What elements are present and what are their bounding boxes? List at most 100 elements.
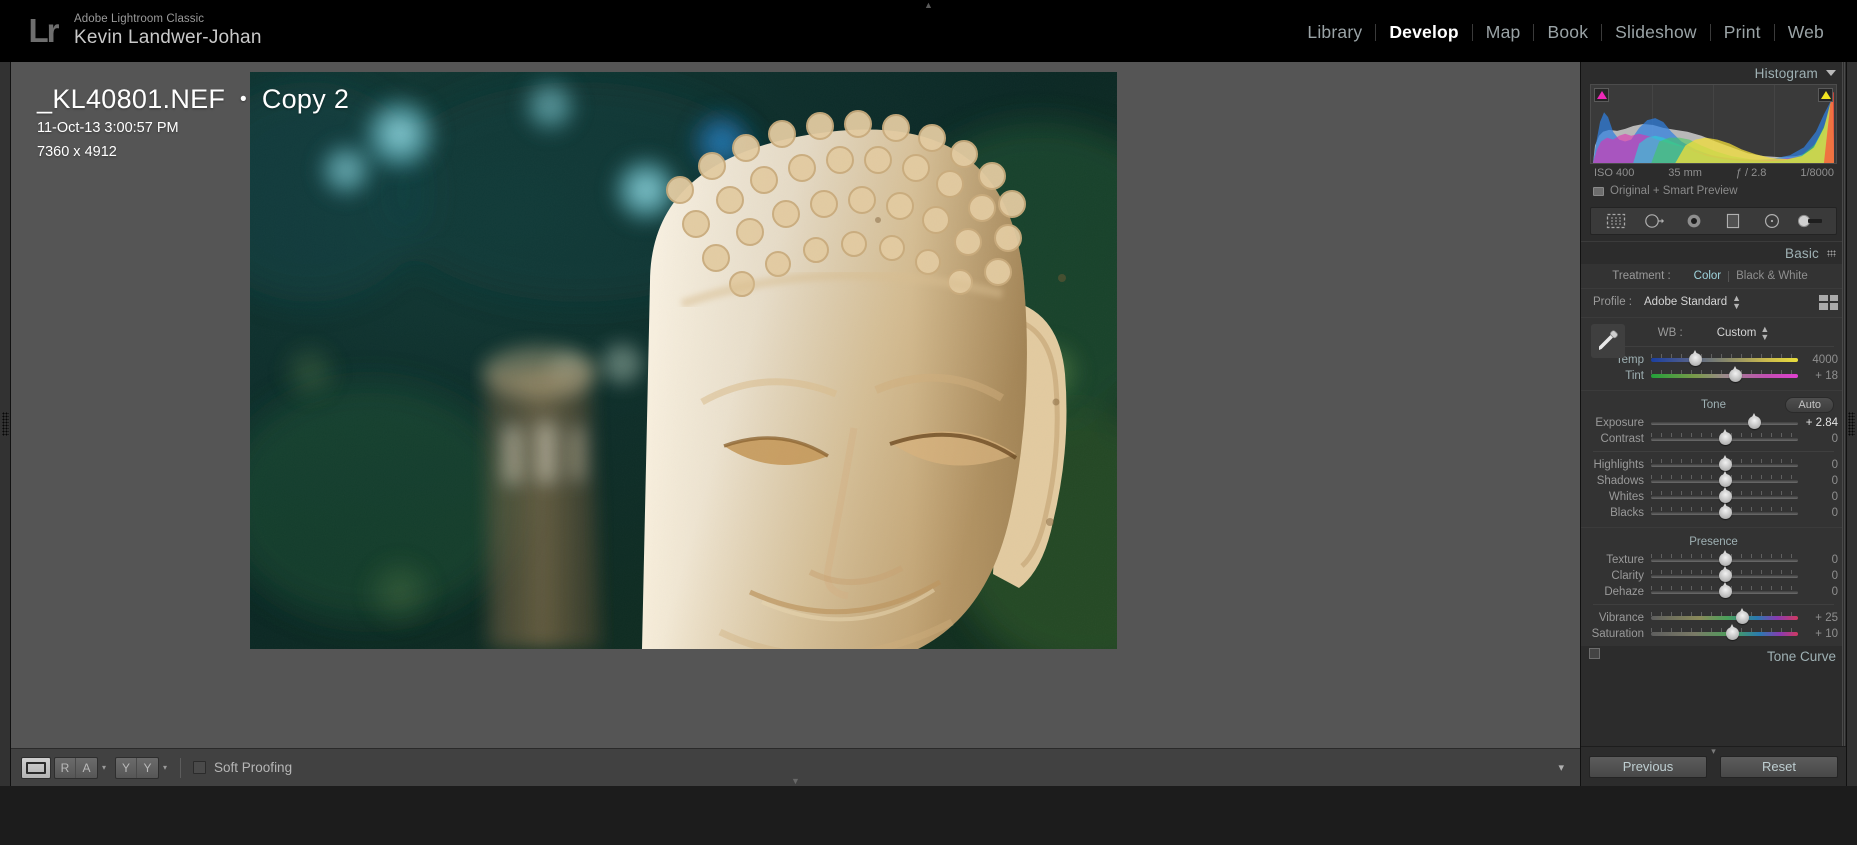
radial-filter-tool[interactable] (1759, 211, 1785, 231)
slider-contrast-track-wrap[interactable] (1651, 429, 1798, 446)
slider-temp-track-wrap[interactable] (1651, 350, 1798, 367)
filmstrip-collapse-arrow[interactable]: ▼ (779, 776, 813, 787)
module-library[interactable]: Library (1294, 22, 1375, 43)
module-develop[interactable]: Develop (1376, 22, 1471, 43)
slider-whites-value[interactable]: 0 (1798, 491, 1838, 503)
slider-highlights[interactable]: Highlights 0 (1581, 455, 1846, 473)
slider-blacks-knob[interactable] (1718, 503, 1732, 519)
slider-tint-value[interactable]: + 18 (1798, 370, 1838, 382)
crop-overlay-tool[interactable] (1603, 211, 1629, 231)
histogram-graph[interactable] (1590, 84, 1837, 164)
treatment-option-color[interactable]: Color (1687, 270, 1728, 282)
slider-clarity[interactable]: Clarity 0 (1581, 566, 1846, 584)
slider-texture-track-wrap[interactable] (1651, 550, 1798, 567)
treatment-option-black-and-white[interactable]: Black & White (1729, 270, 1815, 282)
module-print[interactable]: Print (1711, 22, 1774, 43)
slider-dehaze-knob[interactable] (1718, 582, 1732, 598)
module-slideshow[interactable]: Slideshow (1602, 22, 1710, 43)
slider-vibrance[interactable]: Vibrance + 25 (1581, 608, 1846, 626)
slider-vibrance-value[interactable]: + 25 (1798, 612, 1838, 624)
slider-whites[interactable]: Whites 0 (1581, 487, 1846, 505)
slider-tint[interactable]: Tint + 18 (1581, 366, 1846, 384)
slider-contrast[interactable]: Contrast 0 (1581, 429, 1846, 447)
slider-whites-knob[interactable] (1718, 487, 1732, 503)
module-map[interactable]: Map (1473, 22, 1534, 43)
spot-removal-tool[interactable] (1642, 211, 1668, 231)
slider-clarity-track-wrap[interactable] (1651, 566, 1798, 583)
histogram-header[interactable]: Histogram (1581, 62, 1846, 84)
slider-shadows[interactable]: Shadows 0 (1581, 471, 1846, 489)
slider-shadows-track-wrap[interactable] (1651, 471, 1798, 488)
slider-saturation-value[interactable]: + 10 (1798, 628, 1838, 640)
slider-dehaze[interactable]: Dehaze 0 (1581, 582, 1846, 600)
slider-exposure-track-wrap[interactable] (1651, 413, 1798, 430)
slider-saturation[interactable]: Saturation + 10 (1581, 624, 1846, 642)
slider-tint-track-wrap[interactable] (1651, 366, 1798, 383)
slider-contrast-knob[interactable] (1718, 429, 1732, 445)
left-panel-collapse-rail[interactable] (0, 62, 11, 786)
white-balance-value[interactable]: Custom (1717, 327, 1757, 339)
reset-button[interactable]: Reset (1720, 755, 1838, 778)
panel-collapse-caret-icon[interactable]: ▾ (1711, 746, 1716, 757)
slider-texture[interactable]: Texture 0 (1581, 550, 1846, 568)
slider-highlights-value[interactable]: 0 (1798, 459, 1838, 471)
shadow-clipping-indicator[interactable] (1594, 88, 1609, 102)
slider-whites-track-wrap[interactable] (1651, 487, 1798, 504)
basic-panel-toggle-icon[interactable] (1827, 249, 1836, 257)
identity-plate[interactable]: Adobe Lightroom Classic Kevin Landwer-Jo… (74, 13, 262, 49)
red-eye-correction-tool[interactable] (1681, 211, 1707, 231)
profile-spinner-icon[interactable]: ▲ ▼ (1732, 294, 1741, 311)
slider-shadows-value[interactable]: 0 (1798, 475, 1838, 487)
before-after-button[interactable]: R A (54, 756, 98, 779)
highlight-clipping-indicator[interactable] (1818, 88, 1833, 102)
slider-blacks-value[interactable]: 0 (1798, 507, 1838, 519)
slider-tint-knob[interactable] (1728, 366, 1742, 382)
basic-panel-header[interactable]: Basic (1581, 242, 1846, 264)
compare-view-button[interactable]: Y Y (115, 756, 160, 779)
tone-curve-switch-icon[interactable] (1589, 648, 1600, 659)
smart-preview-status[interactable]: Original + Smart Preview (1581, 179, 1846, 203)
white-balance-spinner-icon[interactable]: ▲ ▼ (1760, 325, 1769, 342)
top-panel-collapse-arrow[interactable]: ▲ (912, 1, 946, 11)
slider-highlights-knob[interactable] (1718, 455, 1732, 471)
profile-browser-grid-icon[interactable] (1819, 294, 1838, 310)
soft-proofing-label[interactable]: Soft Proofing (214, 760, 292, 775)
photo-image[interactable] (250, 72, 1117, 649)
slider-clarity-value[interactable]: 0 (1798, 570, 1838, 582)
auto-tone-button[interactable]: Auto (1785, 397, 1834, 413)
chevron-down-icon[interactable] (1826, 70, 1836, 76)
slider-exposure-knob[interactable] (1747, 413, 1761, 429)
slider-saturation-track-wrap[interactable] (1651, 624, 1798, 641)
before-after-dropdown-icon[interactable]: ▾ (102, 763, 106, 772)
toolbar-options-dropdown-icon[interactable]: ▾ (1558, 761, 1564, 774)
slider-texture-value[interactable]: 0 (1798, 554, 1838, 566)
previous-button[interactable]: Previous (1589, 755, 1707, 778)
slider-clarity-knob[interactable] (1718, 566, 1732, 582)
slider-vibrance-knob[interactable] (1736, 608, 1750, 624)
module-web[interactable]: Web (1775, 22, 1837, 43)
photo-stage[interactable]: _KL40801.NEF • Copy 2 11-Oct-13 3:00:57 … (11, 62, 1580, 786)
slider-exposure-value[interactable]: + 2.84 (1798, 417, 1838, 429)
tone-curve-panel-header[interactable]: Tone Curve (1581, 646, 1846, 666)
slider-temp-knob[interactable] (1689, 350, 1703, 366)
slider-blacks-track-wrap[interactable] (1651, 503, 1798, 520)
slider-temp-value[interactable]: 4000 (1798, 354, 1838, 366)
slider-dehaze-value[interactable]: 0 (1798, 586, 1838, 598)
slider-saturation-knob[interactable] (1725, 624, 1739, 640)
loupe-view-button[interactable] (21, 756, 51, 779)
white-balance-selector-button[interactable] (1591, 324, 1625, 358)
slider-texture-knob[interactable] (1718, 550, 1732, 566)
right-panel-collapse-rail[interactable] (1846, 62, 1857, 786)
adjustment-brush-tool[interactable] (1797, 211, 1824, 231)
slider-highlights-track-wrap[interactable] (1651, 455, 1798, 472)
soft-proofing-checkbox[interactable] (193, 761, 207, 774)
slider-contrast-value[interactable]: 0 (1798, 433, 1838, 445)
slider-shadows-knob[interactable] (1718, 471, 1732, 487)
slider-exposure[interactable]: Exposure + 2.84 (1581, 413, 1846, 431)
slider-vibrance-track-wrap[interactable] (1651, 608, 1798, 625)
slider-blacks[interactable]: Blacks 0 (1581, 503, 1846, 521)
module-book[interactable]: Book (1534, 22, 1601, 43)
slider-dehaze-track-wrap[interactable] (1651, 582, 1798, 599)
profile-value[interactable]: Adobe Standard (1644, 296, 1727, 308)
compare-dropdown-icon[interactable]: ▾ (163, 763, 167, 772)
